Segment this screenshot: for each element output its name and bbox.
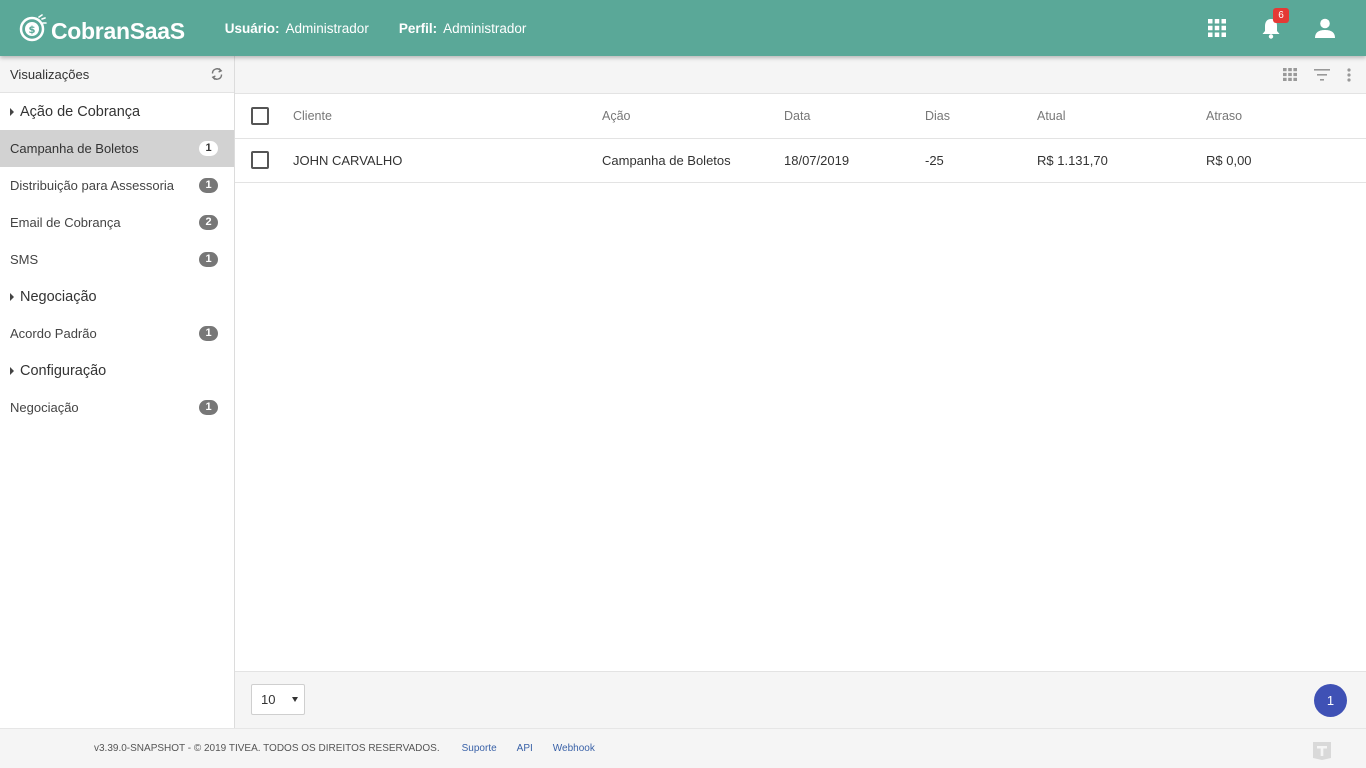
user-icon [1315,18,1335,38]
sidebar-item-label: SMS [10,252,39,267]
sidebar: Visualizações Ação de Cobrança Campanha … [0,56,235,728]
page-button-current[interactable]: 1 [1314,684,1347,717]
cell-dias: -25 [925,138,1037,183]
row-select-cell [235,138,293,183]
cell-atraso: R$ 0,00 [1206,138,1366,183]
page-size-value: 10 [261,692,276,707]
sidebar-item-label: Negociação [10,400,79,415]
group-acao-de-cobranca[interactable]: Ação de Cobrança [0,93,234,130]
sidebar-item-label: Campanha de Boletos [10,141,139,156]
tivea-logo-icon [1313,742,1331,760]
caret-right-icon [10,292,14,301]
sidebar-header: Visualizações [0,56,234,93]
sidebar-item-label: Email de Cobrança [10,215,121,230]
app-header: $ CobranSaaS Usuário: Administrador Perf… [0,0,1366,56]
column-header-dias[interactable]: Dias [925,94,1037,139]
columns-button[interactable] [1274,56,1306,94]
webhook-link[interactable]: Webhook [553,743,595,754]
column-header-atual[interactable]: Atual [1037,94,1206,139]
notification-count-badge: 6 [1273,8,1289,23]
user-label: Usuário: [224,20,280,36]
data-table: Cliente Ação Data Dias Atual Atraso JOHN… [235,94,1366,183]
pagination-bar: 10 1 [235,671,1366,728]
apps-grid-icon [1208,19,1226,37]
sidebar-item-distribuicao-para-assessoria[interactable]: Distribuição para Assessoria 1 [0,167,234,204]
user-info: Usuário: Administrador [225,21,369,36]
refresh-button[interactable] [210,67,224,81]
sidebar-item-sms[interactable]: SMS 1 [0,241,234,278]
more-vert-icon [1347,67,1351,82]
sidebar-item-acordo-padrao[interactable]: Acordo Padrão 1 [0,315,234,352]
count-badge: 1 [199,326,218,341]
table-row[interactable]: JOHN CARVALHO Campanha de Boletos 18/07/… [235,138,1366,183]
cell-atual: R$ 1.131,70 [1037,138,1206,183]
group-configuracao[interactable]: Configuração [0,352,234,389]
count-badge: 1 [199,178,218,193]
group-label: Negociação [20,288,97,305]
table-header-row: Cliente Ação Data Dias Atual Atraso [235,94,1366,139]
sidebar-title: Visualizações [10,66,90,82]
select-all-cell [235,94,293,139]
group-label: Configuração [20,362,107,379]
select-all-checkbox[interactable] [251,106,269,125]
count-badge: 1 [199,252,218,267]
app-footer: v3.39.0-SNAPSHOT - © 2019 TIVEA. TODOS O… [0,728,1366,768]
group-label: Ação de Cobrança [20,103,141,120]
cell-data: 18/07/2019 [784,138,925,183]
user-value: Administrador [285,20,369,36]
cell-acao: Campanha de Boletos [602,138,784,183]
caret-right-icon [10,107,14,116]
user-menu-button[interactable] [1298,0,1352,56]
sidebar-item-label: Acordo Padrão [10,326,97,341]
dropdown-arrow-icon [292,697,298,702]
header-actions: 6 [1190,0,1366,56]
group-negociacao[interactable]: Negociação [0,278,234,315]
cell-cliente: JOHN CARVALHO [293,138,602,183]
support-link[interactable]: Suporte [462,743,497,754]
filter-button[interactable] [1306,56,1338,94]
count-badge: 2 [199,215,218,230]
copyright-text: v3.39.0-SNAPSHOT - © 2019 TIVEA. TODOS O… [94,743,440,754]
svg-text:$: $ [29,25,36,36]
notifications-button[interactable]: 6 [1244,0,1298,56]
grid-view-icon [1283,68,1297,81]
row-checkbox[interactable] [251,151,269,169]
coin-logo-icon: $ [19,13,47,41]
count-badge: 1 [199,141,218,156]
column-header-cliente[interactable]: Cliente [293,94,602,139]
profile-value: Administrador [443,20,527,36]
filter-icon [1314,68,1330,81]
more-options-button[interactable] [1338,56,1360,94]
brand-logo[interactable]: $ CobranSaaS [19,12,185,45]
api-link[interactable]: API [517,743,533,754]
column-header-atraso[interactable]: Atraso [1206,94,1366,139]
column-header-acao[interactable]: Ação [602,94,784,139]
count-badge: 1 [199,400,218,415]
refresh-icon [211,68,223,80]
column-header-data[interactable]: Data [784,94,925,139]
page-size-select[interactable]: 10 [251,684,305,715]
profile-label: Perfil: [398,20,438,36]
caret-right-icon [10,366,14,375]
table-toolbar [235,56,1366,94]
sidebar-item-email-de-cobranca[interactable]: Email de Cobrança 2 [0,204,234,241]
main-content: Cliente Ação Data Dias Atual Atraso JOHN… [235,56,1366,728]
sidebar-item-campanha-de-boletos[interactable]: Campanha de Boletos 1 [0,130,234,167]
brand-name: CobranSaaS [51,17,185,44]
sidebar-item-negociacao[interactable]: Negociação 1 [0,389,234,426]
sidebar-item-label: Distribuição para Assessoria [10,178,175,193]
profile-info: Perfil: Administrador [399,21,527,36]
apps-button[interactable] [1190,0,1244,56]
